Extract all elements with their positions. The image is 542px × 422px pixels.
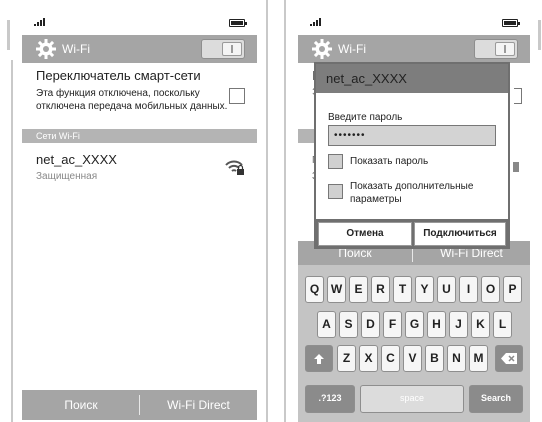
key-t[interactable]: T xyxy=(393,276,412,303)
show-password-checkbox[interactable] xyxy=(328,154,343,169)
smart-network-checkbox[interactable] xyxy=(229,88,245,104)
key-v[interactable]: V xyxy=(403,345,422,372)
battery-icon xyxy=(229,19,247,27)
shift-icon xyxy=(314,354,324,364)
backspace-key[interactable] xyxy=(495,345,523,372)
key-y[interactable]: Y xyxy=(415,276,434,303)
search-key[interactable]: Search xyxy=(469,385,523,413)
key-i[interactable]: I xyxy=(459,276,478,303)
wifi-titlebar: Wi-Fi xyxy=(22,35,257,63)
gear-icon xyxy=(36,39,56,59)
background-remnant-checkbox xyxy=(514,88,522,104)
gear-icon xyxy=(312,39,332,59)
key-e[interactable]: E xyxy=(349,276,368,303)
network-name: net_ac_XXXX xyxy=(36,152,117,167)
search-button[interactable]: Поиск xyxy=(22,390,140,420)
connect-button[interactable]: Подключиться xyxy=(414,222,506,246)
key-l[interactable]: L xyxy=(493,311,512,338)
show-advanced-label: Показать дополнительные параметры xyxy=(350,181,474,205)
key-x[interactable]: X xyxy=(359,345,378,372)
key-p[interactable]: P xyxy=(503,276,522,303)
status-bar xyxy=(22,0,257,30)
password-label: Введите пароль xyxy=(328,112,403,123)
wifi-direct-button[interactable]: Wi-Fi Direct xyxy=(140,390,257,420)
page-title: Wi-Fi xyxy=(62,42,90,56)
key-h[interactable]: H xyxy=(427,311,446,338)
shift-key[interactable] xyxy=(305,345,333,372)
symbols-key[interactable]: .?123 xyxy=(305,385,355,413)
key-a[interactable]: A xyxy=(317,311,336,338)
frame-edge-right2 xyxy=(284,0,286,422)
key-u[interactable]: U xyxy=(437,276,456,303)
key-w[interactable]: W xyxy=(327,276,346,303)
on-screen-keyboard: QWERTYUIOP ASDFGHJKL ZXCVBNM .?123 space… xyxy=(298,265,530,422)
wifi-lock-icon xyxy=(225,160,244,175)
signal-icon xyxy=(34,18,50,26)
frame-edge-right xyxy=(266,0,268,422)
key-b[interactable]: B xyxy=(425,345,444,372)
background-remnant-icon xyxy=(513,162,519,172)
cancel-button[interactable]: Отмена xyxy=(318,222,412,246)
key-c[interactable]: C xyxy=(381,345,400,372)
key-n[interactable]: N xyxy=(447,345,466,372)
key-k[interactable]: K xyxy=(471,311,490,338)
signal-icon xyxy=(310,18,326,26)
smart-network-description: Эта функция отключена, поскольку отключе… xyxy=(36,88,228,112)
backspace-icon xyxy=(501,353,517,364)
smart-network-title: Переключатель смарт-сети xyxy=(36,68,201,83)
show-password-label: Показать пароль xyxy=(350,156,429,167)
key-o[interactable]: O xyxy=(481,276,500,303)
network-status: Защищенная xyxy=(36,171,98,182)
key-f[interactable]: F xyxy=(383,311,402,338)
page-title: Wi-Fi xyxy=(338,42,366,56)
password-dialog: net_ac_XXXX Введите пароль ••••••• Показ… xyxy=(314,62,510,249)
space-key[interactable]: space xyxy=(360,385,464,413)
key-m[interactable]: M xyxy=(469,345,488,372)
key-g[interactable]: G xyxy=(405,311,424,338)
key-j[interactable]: J xyxy=(449,311,468,338)
key-z[interactable]: Z xyxy=(337,345,356,372)
show-advanced-checkbox[interactable] xyxy=(328,184,343,199)
wifi-toggle[interactable] xyxy=(201,39,245,59)
wifi-password-screen: Wi-Fi П Э П 3 Поиск Wi-Fi Direct net_ac_… xyxy=(298,0,530,422)
section-header-wifi-networks: Сети Wi-Fi xyxy=(22,129,257,143)
wifi-titlebar: Wi-Fi xyxy=(298,35,530,63)
wifi-settings-screen: Wi-Fi Переключатель смарт-сети Эта функц… xyxy=(22,0,257,422)
key-q[interactable]: Q xyxy=(305,276,324,303)
bottom-action-bar: Поиск Wi-Fi Direct xyxy=(22,390,257,420)
background-remnant-bar xyxy=(298,129,314,143)
dialog-title: net_ac_XXXX xyxy=(316,64,508,93)
key-d[interactable]: D xyxy=(361,311,380,338)
key-s[interactable]: S xyxy=(339,311,358,338)
wifi-toggle[interactable] xyxy=(474,39,518,59)
frame-edge-far-right xyxy=(538,20,541,50)
status-bar xyxy=(298,0,530,30)
key-r[interactable]: R xyxy=(371,276,390,303)
frame-edge-left xyxy=(7,20,10,50)
password-input[interactable]: ••••••• xyxy=(328,125,496,146)
frame-edge-left-lower xyxy=(11,60,13,422)
battery-icon xyxy=(502,19,520,27)
